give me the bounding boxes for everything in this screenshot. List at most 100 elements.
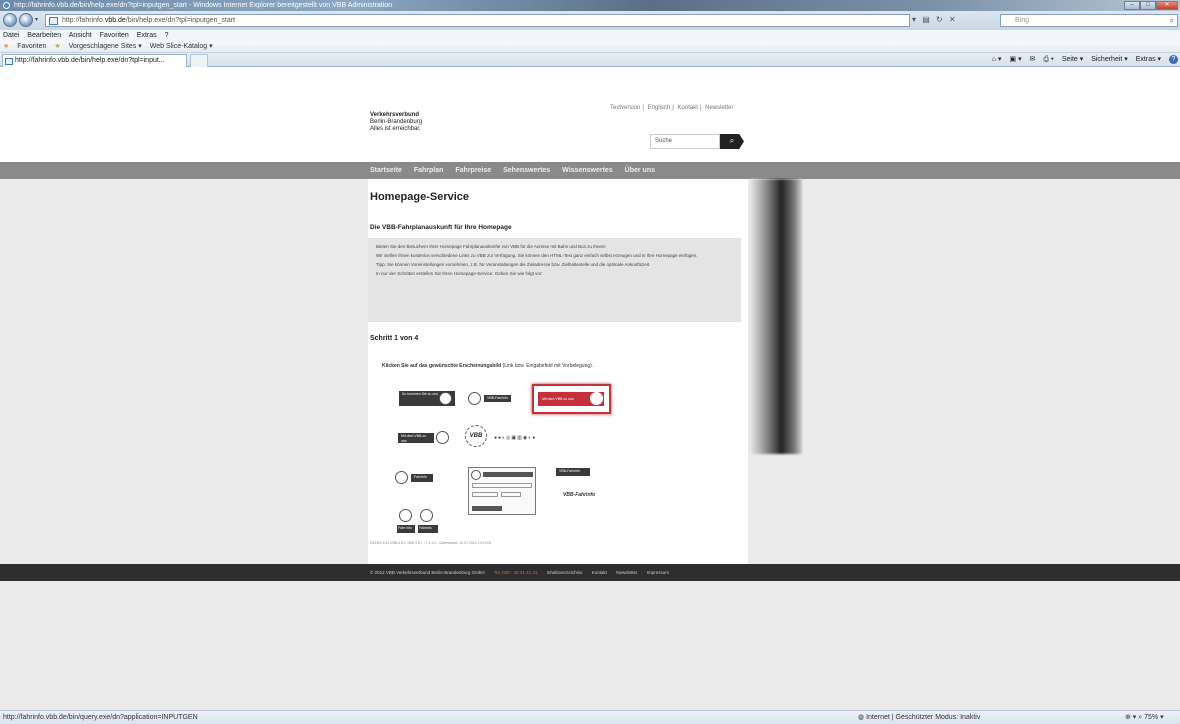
content-footer-text: HAFAS 5.51.VBB.4.8.0 VBB 4.8.1 / 7.9.1.0… bbox=[370, 541, 492, 545]
nav-fahrplan[interactable]: Fahrplan bbox=[414, 167, 444, 174]
footer-link-inhalt[interactable]: Inhaltsverzeichnis bbox=[547, 570, 583, 575]
widget-fahrinfo-tag-label: Fahrinfo bbox=[414, 475, 427, 479]
address-bar-row: ‹ › ▾ http://fahrinfo.vbb.de/bin/help.ex… bbox=[0, 11, 1180, 30]
widget-vbb-fahrinfo[interactable]: VBB-Fahrinfo bbox=[468, 391, 528, 406]
new-tab-button[interactable] bbox=[190, 54, 208, 67]
vbb-logo[interactable]: Verkehrsverbund Berlin-Brandenburg Alles… bbox=[370, 112, 422, 133]
menu-extras[interactable]: Extras bbox=[137, 32, 157, 39]
widget-vbb-fahrinfo-label: VBB-Fahrinfo bbox=[484, 395, 512, 402]
minimize-button[interactable]: – bbox=[1124, 1, 1140, 10]
form-preview-header bbox=[483, 472, 533, 477]
window-title-bar: http://fahrinfo.vbb.de/bin/help.exe/dn?t… bbox=[0, 0, 1180, 11]
favorites-button[interactable]: Favoriten bbox=[17, 43, 46, 50]
cmd-extras[interactable]: Extras ▾ bbox=[1136, 56, 1161, 63]
address-input[interactable]: http://fahrinfo.vbb.de/bin/help.exe/dn?t… bbox=[45, 14, 910, 27]
nav-sehenswertes[interactable]: Sehenswertes bbox=[503, 167, 550, 174]
widget-fahr-info-small[interactable]: Fahr info bbox=[397, 525, 415, 533]
forward-button[interactable]: › bbox=[19, 13, 33, 27]
nav-wissenswertes[interactable]: Wissenswertes bbox=[562, 167, 613, 174]
search-icon[interactable]: ⌕ bbox=[1170, 15, 1174, 26]
instruction-bold: Klicken Sie auf das gewünschte Erscheinu… bbox=[382, 363, 502, 369]
compat-view-icon[interactable]: ▾ ▤ bbox=[912, 15, 932, 24]
info-text-3: Tipp: Sie können Voreinstellungen vorneh… bbox=[376, 262, 651, 267]
form-preview-field bbox=[501, 492, 521, 497]
stop-icon[interactable]: ✕ bbox=[949, 15, 958, 24]
cmd-seite[interactable]: Seite ▾ bbox=[1062, 56, 1083, 63]
tab-active[interactable]: http://fahrinfo.vbb.de/bin/help.exe/dn?t… bbox=[2, 54, 187, 67]
favorites-star-icon: ★ bbox=[3, 43, 10, 50]
history-dropdown-icon[interactable]: ▾ bbox=[35, 16, 38, 23]
widget-vbb-fahrinfo-dark[interactable]: VBB-Fahrinfo bbox=[556, 468, 590, 476]
main-content: Homepage-Service Die VBB-Fahrplanauskunf… bbox=[368, 179, 748, 566]
back-button[interactable]: ‹ bbox=[3, 13, 17, 27]
zoom-control[interactable]: ⊕ ▾ ⌕ 75% ▾ bbox=[1125, 711, 1164, 724]
refresh-icon[interactable]: ↻ bbox=[936, 15, 945, 24]
widget-icon-row[interactable]: ●●◐◎▣▥◉◐● bbox=[494, 435, 536, 441]
status-bar: http://fahrinfo.vbb.de/bin/query.exe/dn?… bbox=[0, 710, 1180, 724]
cmd-sicherheit[interactable]: Sicherheit ▾ bbox=[1091, 56, 1128, 63]
page-icon bbox=[49, 17, 58, 25]
menu-bearbeiten[interactable]: Bearbeiten bbox=[27, 32, 61, 39]
favorites-add-icon[interactable]: ★ bbox=[54, 43, 60, 50]
nav-fahrpreise[interactable]: Fahrpreise bbox=[455, 167, 491, 174]
fav-suggested-sites[interactable]: Vorgeschlagene Sites ▾ bbox=[69, 43, 142, 50]
site-search-button[interactable]: ⌕ bbox=[720, 134, 744, 149]
widget-so-kommen-sie[interactable]: So kommen Sie zu uns bbox=[399, 391, 455, 406]
footer-link-kontakt[interactable]: Kontakt bbox=[592, 570, 607, 575]
close-window-button[interactable]: ✕ bbox=[1156, 1, 1178, 10]
widget-vbb-fahrinfo-text[interactable]: VBB-Fahrinfo bbox=[563, 492, 595, 498]
tab-page-icon bbox=[5, 58, 13, 65]
favorites-bar: ★ Favoriten ★ Vorgeschlagene Sites ▾ Web… bbox=[0, 41, 1180, 53]
link-textversion[interactable]: Textversion bbox=[610, 105, 640, 111]
step-instruction: Klicken Sie auf das gewünschte Erscheinu… bbox=[382, 363, 593, 369]
feeds-icon[interactable]: ▣ ▾ bbox=[1010, 56, 1022, 63]
menu-bar: Datei Bearbeiten Ansicht Favoriten Extra… bbox=[0, 30, 1180, 41]
zoom-level: 75% bbox=[1144, 714, 1159, 721]
menu-help[interactable]: ? bbox=[165, 32, 169, 39]
logo-line1: Verkehrsverbund bbox=[370, 112, 420, 118]
vbb-logo-icon[interactable] bbox=[436, 431, 449, 444]
home-icon[interactable]: ⌂ ▾ bbox=[992, 56, 1002, 63]
widget-mit-dem-vbb-dark[interactable]: Mit dem VBB zu uns bbox=[398, 433, 434, 443]
menu-ansicht[interactable]: Ansicht bbox=[69, 32, 92, 39]
vbb-big-logo-label: VBB bbox=[469, 433, 483, 439]
nav-startseite[interactable]: Startseite bbox=[370, 167, 402, 174]
footer-link-newsletter[interactable]: Newsletter bbox=[616, 570, 637, 575]
vbb-logo-icon bbox=[468, 392, 481, 405]
vbb-logo-icon[interactable] bbox=[395, 471, 408, 484]
help-icon[interactable]: ? bbox=[1169, 55, 1178, 64]
link-kontakt[interactable]: Kontakt bbox=[678, 105, 698, 111]
vbb-logo-icon[interactable] bbox=[399, 509, 412, 522]
print-icon[interactable]: ⎙ ▾ bbox=[1043, 56, 1054, 63]
widget-vbb-big-logo[interactable]: VBB bbox=[465, 425, 487, 447]
nav-ueber-uns[interactable]: Über uns bbox=[625, 167, 655, 174]
selected-highlight bbox=[532, 384, 611, 414]
mail-icon[interactable]: ✉ bbox=[1030, 56, 1036, 63]
widget-mit-dem-vbb-dark-label: Mit dem VBB zu uns bbox=[401, 434, 427, 443]
site-search-input[interactable]: Suche bbox=[650, 134, 720, 149]
tab-bar: http://fahrinfo.vbb.de/bin/help.exe/dn?t… bbox=[0, 53, 1180, 67]
page-title: Homepage-Service bbox=[370, 191, 470, 203]
vbb-logo-icon[interactable] bbox=[420, 509, 433, 522]
footer-phone: Tel. 030 - 25 41 41 41 bbox=[493, 570, 538, 575]
window-controls: – □ ✕ bbox=[1124, 1, 1178, 10]
status-url: http://fahrinfo.vbb.de/bin/query.exe/dn?… bbox=[3, 714, 198, 721]
fav-web-slice[interactable]: Web Slice-Katalog ▾ bbox=[150, 43, 213, 50]
top-links: Textversion | Englisch | Kontakt | Newslett… bbox=[610, 105, 734, 111]
link-newsletter[interactable]: Newsletter bbox=[705, 105, 733, 111]
search-input[interactable]: Bing ⌕ bbox=[1000, 14, 1178, 27]
widget-fahrinfo-small[interactable]: Fahrinfo bbox=[418, 525, 438, 533]
tab-title: http://fahrinfo.vbb.de/bin/help.exe/dn?t… bbox=[15, 57, 165, 64]
logo-line2: Berlin-Brandenburg bbox=[370, 119, 423, 125]
menu-favoriten[interactable]: Favoriten bbox=[100, 32, 129, 39]
widget-fahrinfo-tag[interactable]: Fahrinfo bbox=[411, 474, 433, 482]
info-text-2: Wir stellen Ihnen kostenlos verschiedene… bbox=[376, 253, 698, 258]
footer-link-impressum[interactable]: Impressum bbox=[647, 570, 669, 575]
footer-copyright: © 2012 VBB Verkehrsverbund Berlin-Brande… bbox=[370, 570, 485, 575]
widget-form-preview[interactable] bbox=[468, 467, 536, 515]
link-englisch[interactable]: Englisch bbox=[648, 105, 671, 111]
page-viewport: Textversion | Englisch | Kontakt | Newslett… bbox=[0, 68, 1180, 710]
maximize-button[interactable]: □ bbox=[1140, 1, 1156, 10]
side-banner[interactable] bbox=[750, 179, 802, 454]
menu-datei[interactable]: Datei bbox=[3, 32, 19, 39]
